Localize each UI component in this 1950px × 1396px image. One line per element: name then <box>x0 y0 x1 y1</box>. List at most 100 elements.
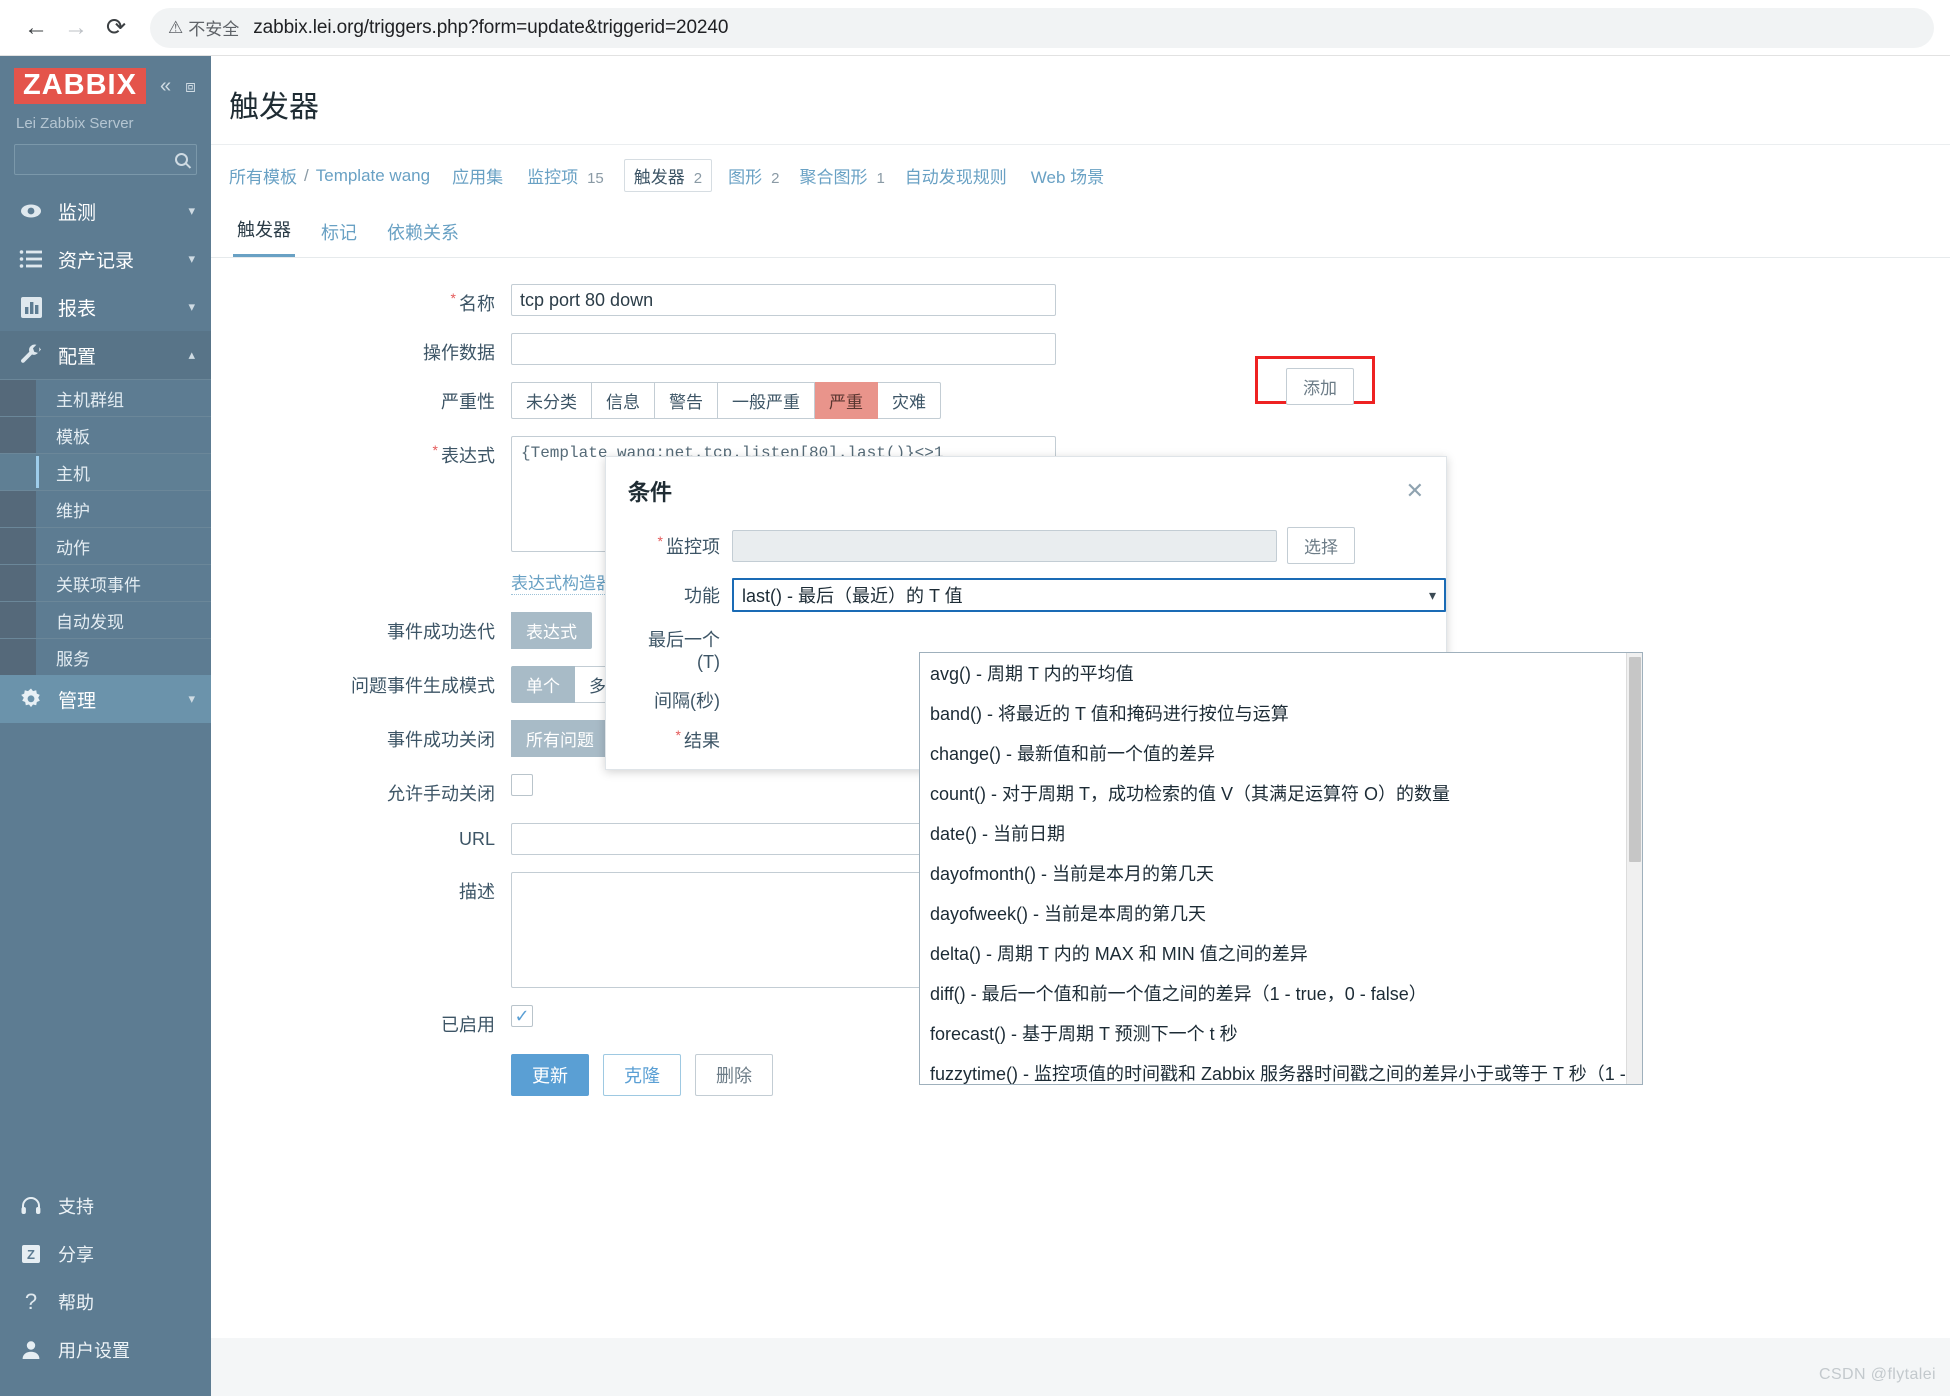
back-arrow-icon[interactable]: ← <box>16 8 56 48</box>
dropdown-option[interactable]: fuzzytime() - 监控项值的时间戳和 Zabbix 服务器时间戳之间的… <box>920 1053 1626 1084</box>
name-input[interactable] <box>511 284 1056 316</box>
dialog-item-input[interactable] <box>732 529 1277 562</box>
clone-button[interactable]: 克隆 <box>603 1054 681 1096</box>
sidebar-item-hosts[interactable]: 主机 <box>0 453 211 490</box>
breadcrumb: 所有模板 / Template wang 应用集 监控项 15 触发器 2 图形… <box>211 145 1950 204</box>
select-item-button[interactable]: 选择 <box>1287 527 1355 564</box>
address-bar[interactable]: ⚠ 不安全 zabbix.lei.org/triggers.php?form=u… <box>150 7 1934 48</box>
dropdown-option[interactable]: change() - 最新值和前一个值的差异 <box>920 733 1626 773</box>
opdata-input[interactable] <box>511 333 1056 365</box>
dropdown-option[interactable]: avg() - 周期 T 内的平均值 <box>920 653 1626 693</box>
event-close-option-all-problems[interactable]: 所有问题 <box>511 720 609 757</box>
scrollbar-thumb[interactable] <box>1629 657 1641 862</box>
tab-tags[interactable]: 标记 <box>317 213 361 257</box>
field-event-iteration-label: 事件成功迭代 <box>387 622 495 642</box>
sidebar-item-label: 报表 <box>58 298 97 320</box>
configuration-submenu: 主机群组 模板 主机 维护 动作 关联项事件 自动发现 服务 <box>0 379 211 675</box>
sidebar-item-inventory[interactable]: 资产记录 ▾ <box>0 235 211 283</box>
object-tab-discovery-rules[interactable]: 自动发现规则 <box>905 163 1011 188</box>
close-icon[interactable]: ✕ <box>1406 480 1424 502</box>
manual-close-checkbox[interactable] <box>511 774 533 796</box>
severity-selector: 未分类 信息 警告 一般严重 严重 灾难 <box>511 382 941 419</box>
fullscreen-icon[interactable]: ⧈ <box>185 78 196 95</box>
sidebar-item-event-correlation[interactable]: 关联项事件 <box>0 564 211 601</box>
search-input[interactable] <box>14 144 197 175</box>
dialog-function-label: 功能 <box>684 586 720 606</box>
zabbix-logo[interactable]: ZABBIX <box>14 68 146 104</box>
object-tab-web-scenarios[interactable]: Web 场景 <box>1031 163 1108 188</box>
vertical-scrollbar[interactable] <box>1626 653 1642 1084</box>
sidebar-item-support[interactable]: 支持 <box>0 1182 211 1230</box>
sidebar-nav: 监测 ▾ 资产记录 ▾ 报表 ▾ 配置 ▴ 主机群组 模板 主机 维护 动作 关… <box>0 187 211 723</box>
severity-option-information[interactable]: 信息 <box>592 382 655 419</box>
object-tab-graphs[interactable]: 图形 2 <box>728 163 779 188</box>
problem-mode-option-single[interactable]: 单个 <box>511 666 575 703</box>
dropdown-option[interactable]: band() - 将最近的 T 值和掩码进行按位与运算 <box>920 693 1626 733</box>
object-tab-triggers[interactable]: 触发器 2 <box>623 159 713 192</box>
sidebar-item-maintenance[interactable]: 维护 <box>0 490 211 527</box>
sidebar-item-help[interactable]: ? 帮助 <box>0 1278 211 1326</box>
chevron-down-icon: ▾ <box>1428 586 1436 603</box>
forward-arrow-icon[interactable]: → <box>56 8 96 48</box>
sidebar-item-label: 资产记录 <box>58 250 135 272</box>
dialog-result-label: * 结果 <box>675 727 720 751</box>
update-button[interactable]: 更新 <box>511 1054 589 1096</box>
object-tab-count: 2 <box>693 170 703 187</box>
sidebar-item-share[interactable]: Z 分享 <box>0 1230 211 1278</box>
sidebar-item-label: 监测 <box>58 202 97 224</box>
tab-trigger[interactable]: 触发器 <box>233 210 295 257</box>
sidebar-item-configuration[interactable]: 配置 ▴ <box>0 331 211 379</box>
chevron-double-left-icon[interactable]: « <box>160 76 171 96</box>
dropdown-option[interactable]: delta() - 周期 T 内的 MAX 和 MIN 值之间的差异 <box>920 933 1626 973</box>
event-iteration-option-expression[interactable]: 表达式 <box>511 612 592 649</box>
breadcrumb-template-name[interactable]: Template wang <box>316 166 430 186</box>
headset-icon <box>16 1195 46 1217</box>
reload-icon[interactable]: ⟳ <box>96 8 136 48</box>
sidebar-item-monitoring[interactable]: 监测 ▾ <box>0 187 211 235</box>
dropdown-option[interactable]: date() - 当前日期 <box>920 813 1626 853</box>
dropdown-option[interactable]: count() - 对于周期 T，成功检索的值 V（其满足运算符 O）的数量 <box>920 773 1626 813</box>
chevron-down-icon: ▾ <box>188 299 195 314</box>
sidebar-item-user-settings[interactable]: 用户设置 <box>0 1326 211 1374</box>
function-select-value: last() - 最后（最近）的 T 值 <box>742 586 963 606</box>
submenu-label: 主机 <box>56 464 90 484</box>
user-icon <box>16 1339 46 1361</box>
object-tab-screens[interactable]: 聚合图形 1 <box>799 163 884 188</box>
sidebar-item-actions[interactable]: 动作 <box>0 527 211 564</box>
sidebar: ZABBIX « ⧈ Lei Zabbix Server 监测 ▾ 资产记录 ▾… <box>0 56 211 1396</box>
spacer-label <box>211 1054 511 1060</box>
sidebar-item-administration[interactable]: 管理 ▾ <box>0 675 211 723</box>
field-enabled-label: 已启用 <box>441 1015 495 1035</box>
severity-option-disaster[interactable]: 灾难 <box>878 382 941 419</box>
watermark: CSDN @flytalei <box>1819 1366 1936 1383</box>
function-select[interactable]: last() - 最后（最近）的 T 值 ▾ <box>732 578 1446 612</box>
severity-option-average[interactable]: 一般严重 <box>718 382 815 419</box>
sidebar-item-host-groups[interactable]: 主机群组 <box>0 379 211 416</box>
enabled-checkbox[interactable]: ✓ <box>511 1005 533 1027</box>
expression-constructor-link[interactable]: 表达式构造器 <box>511 569 613 595</box>
severity-option-warning[interactable]: 警告 <box>655 382 718 419</box>
required-marker: * <box>450 290 456 306</box>
add-expression-button[interactable]: 添加 <box>1286 368 1354 405</box>
sidebar-item-templates[interactable]: 模板 <box>0 416 211 453</box>
dropdown-option[interactable]: forecast() - 基于周期 T 预测下一个 t 秒 <box>920 1013 1626 1053</box>
dropdown-option[interactable]: dayofmonth() - 当前是本月的第几天 <box>920 853 1626 893</box>
tab-dependencies[interactable]: 依赖关系 <box>383 213 463 257</box>
breadcrumb-all-templates[interactable]: 所有模板 <box>229 163 297 188</box>
dropdown-option[interactable]: diff() - 最后一个值和前一个值之间的差异（1 - true，0 - fa… <box>920 973 1626 1013</box>
svg-text:Z: Z <box>27 1247 35 1262</box>
object-tab-items[interactable]: 监控项 15 <box>527 163 604 188</box>
severity-option-not-classified[interactable]: 未分类 <box>511 382 592 419</box>
delete-button[interactable]: 删除 <box>695 1054 773 1096</box>
security-status[interactable]: ⚠ 不安全 <box>168 15 239 40</box>
field-opdata-label: 操作数据 <box>423 343 495 363</box>
submenu-label: 主机群组 <box>56 390 124 410</box>
severity-option-high[interactable]: 严重 <box>815 382 878 419</box>
sidebar-item-services[interactable]: 服务 <box>0 638 211 675</box>
sidebar-item-discovery[interactable]: 自动发现 <box>0 601 211 638</box>
dropdown-option[interactable]: dayofweek() - 当前是本周的第几天 <box>920 893 1626 933</box>
object-tab-applications[interactable]: 应用集 <box>452 163 507 188</box>
sidebar-item-reports[interactable]: 报表 ▾ <box>0 283 211 331</box>
form-tabs: 触发器 标记 依赖关系 <box>211 204 1950 258</box>
dialog-interval-label: 间隔(秒) <box>654 691 720 711</box>
